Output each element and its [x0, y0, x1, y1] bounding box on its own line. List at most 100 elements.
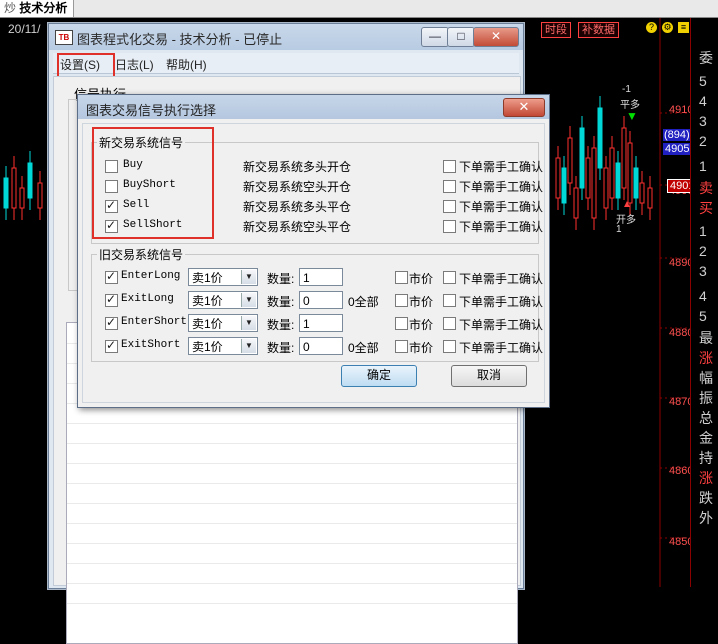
minimize-button[interactable]: —: [421, 27, 449, 47]
quantity-label: 数量:: [267, 318, 295, 332]
manual-confirm-checkbox[interactable]: [443, 200, 456, 213]
old-signal-checkbox[interactable]: [105, 269, 118, 284]
manual-confirm-label: 下单需手工确认: [459, 160, 544, 174]
old-signal-name: EnterShort: [121, 316, 188, 328]
quote-panel-item: 买: [699, 200, 713, 216]
signal-marker-count: -1: [622, 84, 631, 95]
manual-confirm-checkbox[interactable]: [443, 220, 456, 233]
quote-panel-item: 4: [699, 288, 707, 304]
price-type-select[interactable]: 卖1价 ▼: [188, 314, 258, 332]
new-signal-desc: 新交易系统空头开仓: [243, 180, 352, 194]
menu-log[interactable]: 日志(L): [115, 56, 154, 73]
old-signal-name: EnterLong: [121, 270, 181, 282]
quote-panel-item: 涨: [699, 350, 713, 366]
price-type-value: 卖1价: [192, 340, 223, 354]
quote-panel-item: 委: [699, 50, 713, 66]
new-signal-desc: 新交易系统多头平仓: [243, 200, 352, 214]
list-grid-line: [67, 603, 517, 604]
candle-body: [567, 137, 573, 184]
manual-confirm-checkbox[interactable]: [443, 340, 456, 353]
fill-data-button[interactable]: 补数据: [578, 22, 619, 38]
quote-panel-item: 振: [699, 390, 713, 406]
new-signal-name: Buy: [123, 159, 143, 171]
settings-icon[interactable]: ⚙: [662, 22, 673, 33]
old-signal-name: ExitShort: [121, 339, 181, 351]
candle-body: [3, 177, 9, 209]
manual-confirm-checkbox[interactable]: [443, 271, 456, 284]
quote-panel-item: 3: [699, 113, 707, 129]
dialog-titlebar[interactable]: 图表交易信号执行选择 ✕: [78, 95, 549, 119]
list-grid-line: [67, 503, 517, 504]
quote-panel-item: 外: [699, 510, 713, 526]
ok-button[interactable]: 确定: [341, 365, 417, 387]
market-price-checkbox[interactable]: [395, 317, 408, 330]
manual-confirm-label: 下单需手工确认: [459, 295, 544, 309]
chevron-down-icon: ▼: [241, 270, 256, 284]
maximize-button[interactable]: □: [447, 27, 475, 47]
menu-bar: 设置(S) 日志(L) 帮助(H): [53, 53, 519, 81]
new-signal-name: SellShort: [123, 219, 183, 231]
list-grid-line: [67, 583, 517, 584]
old-signal-checkbox[interactable]: [105, 292, 118, 307]
new-signal-checkbox[interactable]: [105, 198, 118, 213]
price-type-select[interactable]: 卖1价 ▼: [188, 291, 258, 309]
candle-body: [633, 167, 639, 199]
signal-select-dialog: 图表交易信号执行选择 ✕ 新交易系统信号 旧交易系统信号 Buy 新交易系统多头…: [77, 94, 550, 408]
old-signal-group-title: 旧交易系统信号: [97, 246, 186, 263]
window-titlebar[interactable]: TB 图表程式化交易 - 技术分析 - 已停止 — □ ✕: [49, 24, 523, 50]
quantity-input[interactable]: 1: [299, 268, 343, 286]
new-signal-checkbox[interactable]: [105, 180, 118, 193]
menu-icon[interactable]: ≡: [678, 22, 689, 33]
close-button[interactable]: ✕: [473, 27, 519, 47]
old-signal-name: ExitLong: [121, 293, 174, 305]
old-signal-checkbox[interactable]: [105, 338, 118, 353]
quantity-input[interactable]: 0: [299, 291, 343, 309]
price-type-select[interactable]: 卖1价 ▼: [188, 337, 258, 355]
list-grid-line: [67, 443, 517, 444]
cancel-button[interactable]: 取消: [451, 365, 527, 387]
market-price-label: 市价: [409, 272, 434, 286]
quote-panel-item: 2: [699, 133, 707, 149]
dialog-close-button[interactable]: ✕: [503, 98, 545, 117]
manual-confirm-label: 下单需手工确认: [459, 318, 544, 332]
tab-prefix: 炒: [4, 1, 17, 15]
menu-settings[interactable]: 设置(S): [57, 53, 115, 81]
chart-date-label: 20/11/: [8, 22, 41, 36]
candle-body: [11, 167, 17, 209]
new-signal-checkbox[interactable]: [105, 160, 118, 173]
quantity-input[interactable]: 0: [299, 337, 343, 355]
manual-confirm-label: 下单需手工确认: [459, 272, 544, 286]
manual-confirm-label: 下单需手工确认: [459, 341, 544, 355]
manual-confirm-checkbox[interactable]: [443, 180, 456, 193]
quantity-label: 数量:: [267, 341, 295, 355]
candle-body: [585, 157, 591, 199]
candle-body: [37, 182, 43, 209]
manual-confirm-checkbox[interactable]: [443, 294, 456, 307]
market-price-checkbox[interactable]: [395, 294, 408, 307]
chevron-down-icon: ▼: [241, 339, 256, 353]
candle-body: [19, 187, 25, 209]
quote-panel-item: 涨: [699, 470, 713, 486]
quote-panel-item: 最: [699, 330, 713, 346]
manual-confirm-checkbox[interactable]: [443, 160, 456, 173]
tab-technical-analysis[interactable]: 炒 技术分析: [0, 0, 75, 17]
menu-help[interactable]: 帮助(H): [166, 56, 207, 73]
price-type-select[interactable]: 卖1价 ▼: [188, 268, 258, 286]
candle-body: [597, 107, 603, 169]
arrow-up-icon: ▲: [622, 199, 632, 210]
market-price-checkbox[interactable]: [395, 271, 408, 284]
candle-body: [639, 182, 645, 204]
candle-body: [561, 167, 567, 204]
market-price-checkbox[interactable]: [395, 340, 408, 353]
quantity-input[interactable]: 1: [299, 314, 343, 332]
time-period-button[interactable]: 时段: [541, 22, 571, 38]
candle-body: [609, 147, 615, 199]
info-icon[interactable]: ?: [646, 22, 657, 33]
old-signal-checkbox[interactable]: [105, 315, 118, 330]
candle-body: [555, 157, 561, 199]
dialog-body: 新交易系统信号 旧交易系统信号 Buy 新交易系统多头开仓 下单需手工确认 Bu…: [82, 123, 545, 403]
manual-confirm-checkbox[interactable]: [443, 317, 456, 330]
new-signal-checkbox[interactable]: [105, 218, 118, 233]
window-title: 图表程式化交易 - 技术分析 - 已停止: [77, 32, 283, 47]
quote-panel-item: 1: [699, 158, 707, 174]
